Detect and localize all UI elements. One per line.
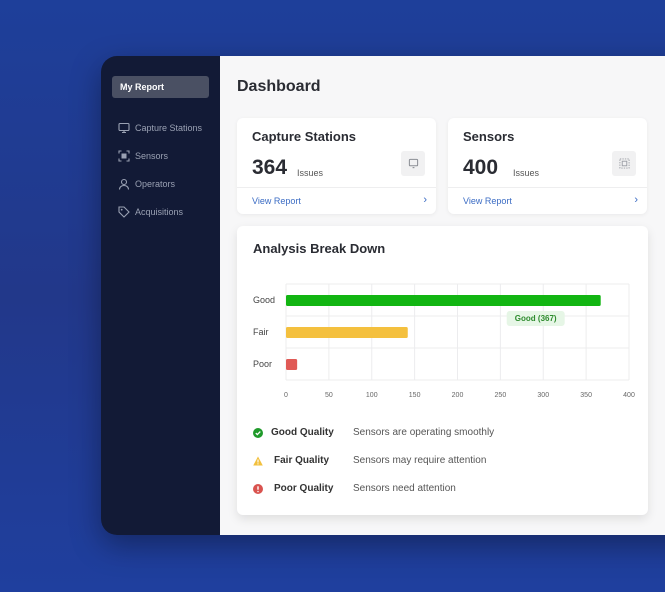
legend-desc: Sensors may require attention — [353, 455, 487, 466]
sensor-frame-icon — [118, 150, 130, 162]
card-title: Sensors — [463, 129, 515, 144]
capture-stations-card: Capture Stations 364 Issues View Report … — [237, 118, 436, 214]
card-divider — [448, 187, 647, 188]
legend-label: Good Quality — [271, 427, 334, 438]
sidebar-item-label: Operators — [135, 179, 176, 189]
warning-triangle-icon — [253, 456, 263, 465]
y-category-label: Fair — [253, 327, 269, 337]
issue-unit: Issues — [513, 168, 540, 178]
sidebar-item-label: Acquisitions — [135, 207, 184, 217]
x-tick-label: 100 — [366, 392, 378, 399]
card-title: Capture Stations — [252, 129, 357, 144]
legend-label: Poor Quality — [274, 483, 334, 494]
check-circle-icon — [253, 427, 263, 438]
sensor-frame-icon — [612, 151, 636, 176]
chevron-right-icon[interactable]: › — [423, 194, 427, 206]
x-tick-label: 350 — [580, 392, 592, 399]
legend-fair: Fair Quality Sensors may require attenti… — [253, 455, 486, 466]
view-report-link[interactable]: View Report — [252, 196, 301, 206]
legend-label: Fair Quality — [274, 455, 330, 466]
sensors-card: Sensors 400 Issues View Report › — [448, 118, 647, 214]
x-tick-label: 200 — [452, 392, 464, 399]
bar-chart: 0 50 100 150 200 250 300 350 400 Good Fair Poor Good… — [253, 283, 635, 399]
legend-desc: Sensors need attention — [353, 483, 456, 494]
x-tick-label: 50 — [325, 392, 333, 399]
legend-poor: Poor Quality Sensors need attention — [253, 483, 456, 494]
view-report-link[interactable]: View Report — [463, 196, 512, 206]
main-content: Dashboard Capture Stations 364 Issues Vi… — [220, 56, 665, 535]
issue-count: 364 — [252, 156, 288, 179]
monitor-icon — [401, 151, 425, 176]
sidebar-item-capture-stations[interactable]: Capture Stations — [101, 114, 220, 142]
sidebar: My Report Capture Stations Sensors Opera… — [101, 56, 220, 535]
sidebar-item-acquisitions[interactable]: Acquisitions — [101, 198, 220, 226]
x-tick-label: 300 — [537, 392, 549, 399]
sidebar-item-label: Sensors — [135, 151, 169, 161]
tag-icon — [118, 206, 130, 218]
bar-fair — [286, 327, 408, 338]
sidebar-item-sensors[interactable]: Sensors — [101, 142, 220, 170]
issue-unit: Issues — [297, 168, 324, 178]
app-window: My Report Capture Stations Sensors Opera… — [101, 56, 665, 535]
analysis-card: Analysis Break Down 0 50 100 150 200 250 300 35… — [237, 226, 648, 515]
x-tick-label: 150 — [409, 392, 421, 399]
page-title: Dashboard — [237, 78, 321, 95]
exclamation-circle-icon — [253, 483, 263, 494]
x-tick-label: 400 — [623, 392, 635, 399]
y-category-label: Poor — [253, 359, 272, 369]
legend-good: Good Quality Sensors are operating smoot… — [253, 427, 494, 438]
sidebar-item-my-report[interactable]: My Report — [112, 76, 209, 98]
tooltip-text: Good (367) — [515, 314, 557, 323]
user-icon — [118, 178, 130, 190]
x-tick-label: 0 — [284, 392, 288, 399]
bar-poor — [286, 359, 298, 370]
chevron-right-icon[interactable]: › — [634, 194, 638, 206]
x-tick-label: 250 — [495, 392, 507, 399]
monitor-icon — [118, 122, 130, 134]
bar-good — [286, 295, 601, 306]
sidebar-item-operators[interactable]: Operators — [101, 170, 220, 198]
legend-desc: Sensors are operating smoothly — [353, 427, 495, 438]
sidebar-item-label: Capture Stations — [135, 123, 203, 133]
issue-count: 400 — [463, 156, 499, 179]
y-category-label: Good — [253, 295, 275, 305]
card-divider — [237, 187, 436, 188]
